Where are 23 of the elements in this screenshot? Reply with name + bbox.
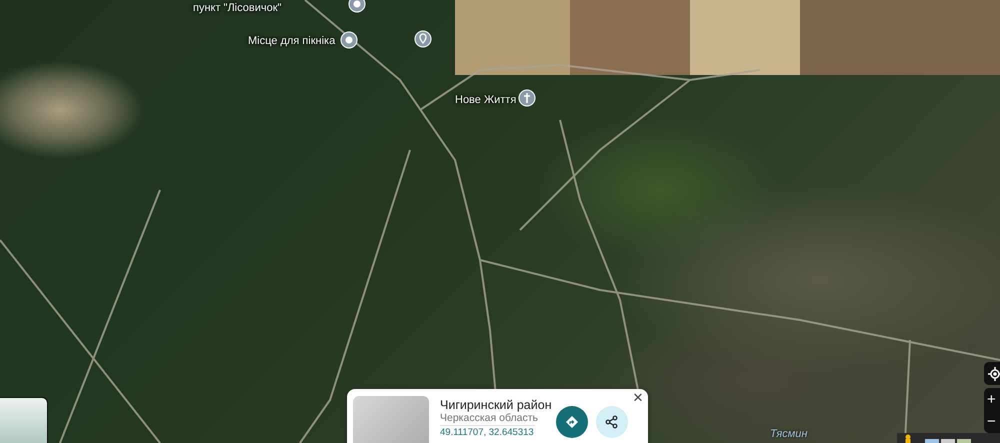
close-button[interactable]: × bbox=[633, 389, 643, 406]
crosshair-icon bbox=[988, 366, 1000, 380]
place-marker-icon[interactable] bbox=[340, 31, 358, 49]
place-label[interactable]: Місце для пікніка bbox=[248, 33, 336, 50]
place-title: Чигиринский район bbox=[440, 397, 552, 413]
river-label[interactable]: Тясмин bbox=[770, 426, 808, 442]
share-icon bbox=[605, 415, 619, 429]
cross-icon[interactable] bbox=[518, 89, 536, 107]
satellite-map[interactable]: пункт "Лісовичок" Місце для пікніка Нове Життя Тясмин + − Чигиринский район Черкасская область 49.111707, 32.645313 × bbox=[0, 0, 1000, 443]
place-marker-icon[interactable] bbox=[348, 0, 366, 13]
directions-icon bbox=[565, 415, 579, 429]
map-layer-thumbnail[interactable] bbox=[0, 397, 48, 443]
zoom-out-button[interactable]: − bbox=[984, 410, 1000, 433]
place-subtitle: Черкасская область bbox=[440, 412, 538, 426]
pegman-icon[interactable] bbox=[904, 434, 912, 443]
place-label[interactable]: Нове Життя bbox=[455, 92, 516, 108]
my-location-button[interactable] bbox=[984, 362, 1000, 385]
place-label[interactable]: пункт "Лісовичок" bbox=[193, 0, 282, 16]
zoom-in-button[interactable]: + bbox=[984, 388, 1000, 410]
share-button[interactable] bbox=[596, 406, 628, 438]
directions-button[interactable] bbox=[556, 406, 588, 438]
location-pin-icon[interactable] bbox=[414, 30, 432, 48]
coordinates-text: 49.111707, 32.645313 bbox=[440, 425, 535, 438]
